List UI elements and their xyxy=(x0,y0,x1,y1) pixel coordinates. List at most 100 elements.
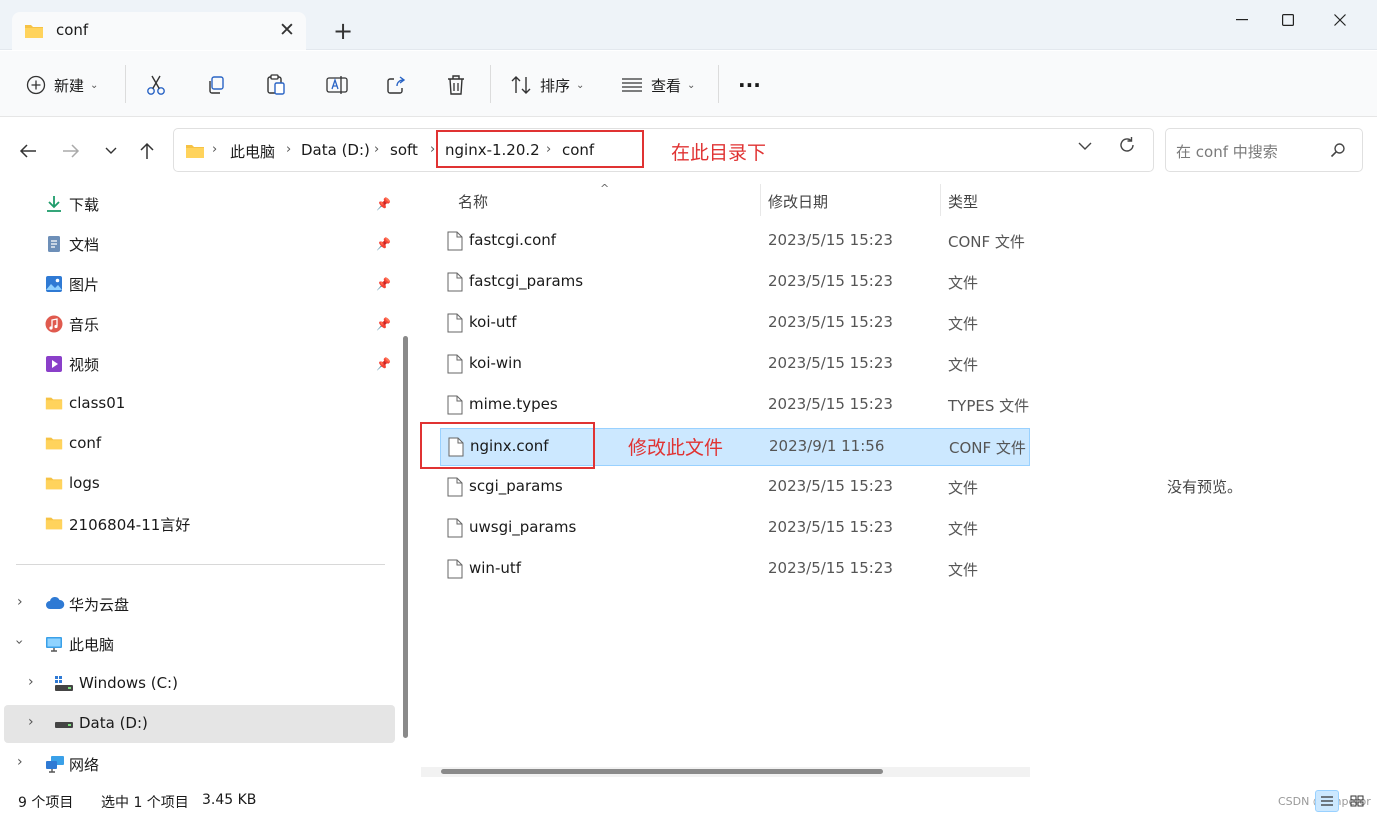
maximize-button[interactable] xyxy=(1265,0,1311,40)
sidebar-item-huawei-cloud[interactable]: › 华为云盘 xyxy=(0,585,400,623)
file-row[interactable]: mime.types 2023/5/15 15:23 TYPES 文件 xyxy=(440,387,1030,425)
sidebar-item-network[interactable]: › 网络 xyxy=(0,745,400,783)
network-icon xyxy=(45,755,64,773)
address-history-button[interactable] xyxy=(1078,139,1092,155)
annotation-file-note: 修改此文件 xyxy=(628,437,724,459)
sidebar-item-downloads[interactable]: 下载 📌 xyxy=(0,185,400,223)
sidebar-item-data-d[interactable]: › Data (D:) xyxy=(4,705,395,743)
pin-icon[interactable]: 📌 xyxy=(376,277,391,291)
address-bar[interactable]: › 此电脑 › Data (D:) › soft › nginx-1.20.2 … xyxy=(173,128,1154,172)
sidebar-item-label: Windows (C:) xyxy=(79,674,178,692)
search-input[interactable]: 在 conf 中搜索 xyxy=(1165,128,1363,172)
sidebar-item-label: 此电脑 xyxy=(69,636,115,654)
pin-icon[interactable]: 📌 xyxy=(376,237,391,251)
back-button[interactable] xyxy=(13,136,43,166)
up-button[interactable] xyxy=(132,136,162,166)
file-type: CONF 文件 xyxy=(949,439,1026,457)
sidebar-item-this-pc[interactable]: › 此电脑 xyxy=(0,625,400,663)
horizontal-scrollbar[interactable] xyxy=(421,767,1030,777)
chevron-right-icon[interactable]: › xyxy=(17,754,23,770)
sidebar-item-2106804[interactable]: 2106804-11言好 xyxy=(0,505,400,543)
sidebar-item-label: 视频 xyxy=(69,356,100,374)
breadcrumb-this-pc[interactable]: 此电脑 xyxy=(230,141,275,162)
new-tab-button[interactable]: + xyxy=(328,16,358,46)
file-date: 2023/5/15 15:23 xyxy=(768,313,893,331)
sidebar-item-logs[interactable]: logs xyxy=(0,465,400,503)
chevron-down-icon[interactable]: › xyxy=(11,639,27,645)
file-row[interactable]: uwsgi_params 2023/5/15 15:23 文件 xyxy=(440,510,1030,548)
tab-conf[interactable]: conf ✕ xyxy=(12,12,306,50)
title-bar: conf ✕ + xyxy=(0,0,1377,50)
column-header-type[interactable]: 类型 xyxy=(948,191,978,212)
file-row[interactable]: win-utf 2023/5/15 15:23 文件 xyxy=(440,551,1030,589)
minimize-button[interactable] xyxy=(1219,0,1265,40)
cut-button[interactable] xyxy=(146,65,166,105)
chevron-right-icon[interactable]: › xyxy=(28,714,34,730)
sidebar-item-documents[interactable]: 文档 📌 xyxy=(0,225,400,263)
file-type: 文件 xyxy=(948,479,979,497)
tiles-view-button[interactable] xyxy=(1345,790,1369,812)
forward-button[interactable] xyxy=(56,136,86,166)
annotation-box-file xyxy=(420,422,595,469)
sidebar-item-conf[interactable]: conf xyxy=(0,425,400,463)
file-date: 2023/5/15 15:23 xyxy=(768,559,893,577)
breadcrumb-data-d[interactable]: Data (D:) xyxy=(301,141,370,159)
sidebar-item-class01[interactable]: class01 xyxy=(0,385,400,423)
chevron-down-icon: ⌄ xyxy=(576,79,585,91)
sidebar-item-label: 2106804-11言好 xyxy=(69,516,191,534)
search-icon xyxy=(1330,142,1346,162)
column-divider[interactable] xyxy=(760,184,761,216)
pin-icon[interactable]: 📌 xyxy=(376,357,391,371)
arrow-left-icon xyxy=(19,144,36,158)
file-row[interactable]: scgi_params 2023/5/15 15:23 文件 xyxy=(440,469,1030,507)
pin-icon[interactable]: 📌 xyxy=(376,197,391,211)
share-button[interactable] xyxy=(386,65,406,105)
scissors-icon xyxy=(147,75,165,95)
pin-icon[interactable]: 📌 xyxy=(376,317,391,331)
sidebar-item-label: conf xyxy=(69,434,102,452)
sidebar-item-label: class01 xyxy=(69,394,126,412)
chevron-right-icon[interactable]: › xyxy=(28,674,34,690)
clipboard-icon xyxy=(267,74,285,95)
column-header-name[interactable]: 名称 xyxy=(458,191,488,212)
file-row[interactable]: koi-utf 2023/5/15 15:23 文件 xyxy=(440,305,1030,343)
file-icon xyxy=(447,395,463,419)
view-button[interactable]: 查看 ⌄ xyxy=(621,65,695,105)
chevron-right-icon[interactable]: › xyxy=(17,594,23,610)
sidebar-item-label: 音乐 xyxy=(69,316,100,334)
paste-button[interactable] xyxy=(266,65,286,105)
details-view-button[interactable] xyxy=(1315,790,1339,812)
more-options-button[interactable]: ··· xyxy=(738,65,761,105)
plus-circle-icon xyxy=(26,75,46,95)
sidebar-item-videos[interactable]: 视频 📌 xyxy=(0,345,400,383)
file-type: 文件 xyxy=(948,356,979,374)
recent-locations-button[interactable] xyxy=(96,136,126,166)
refresh-button[interactable] xyxy=(1118,136,1136,159)
sort-button[interactable]: 排序 ⌄ xyxy=(510,65,584,105)
selection-count: 选中 1 个项目 xyxy=(101,795,189,811)
file-icon xyxy=(447,231,463,255)
copy-button[interactable] xyxy=(206,65,226,105)
sidebar-scrollbar[interactable] xyxy=(403,336,408,738)
column-header-date[interactable]: 修改日期 xyxy=(768,191,828,212)
trash-icon xyxy=(448,75,464,95)
sidebar-item-music[interactable]: 音乐 📌 xyxy=(0,305,400,343)
document-icon xyxy=(45,235,63,253)
sidebar-item-windows-c[interactable]: › Windows (C:) xyxy=(0,665,400,703)
tab-close-button[interactable]: ✕ xyxy=(274,17,300,43)
close-window-button[interactable] xyxy=(1317,0,1363,40)
file-row[interactable]: koi-win 2023/5/15 15:23 文件 xyxy=(440,346,1030,384)
column-divider[interactable] xyxy=(940,184,941,216)
file-row[interactable]: fastcgi_params 2023/5/15 15:23 文件 xyxy=(440,264,1030,302)
new-button[interactable]: 新建 ⌄ xyxy=(26,65,98,105)
scrollbar-thumb[interactable] xyxy=(441,769,883,774)
file-type: TYPES 文件 xyxy=(948,397,1030,415)
file-icon xyxy=(447,313,463,337)
file-row[interactable]: fastcgi.conf 2023/5/15 15:23 CONF 文件 xyxy=(440,223,1030,261)
breadcrumb-soft[interactable]: soft xyxy=(390,141,418,159)
delete-button[interactable] xyxy=(446,65,466,105)
sidebar-item-pictures[interactable]: 图片 📌 xyxy=(0,265,400,303)
file-type: 文件 xyxy=(948,315,979,333)
cloud-icon xyxy=(45,595,65,613)
rename-button[interactable] xyxy=(326,65,348,105)
